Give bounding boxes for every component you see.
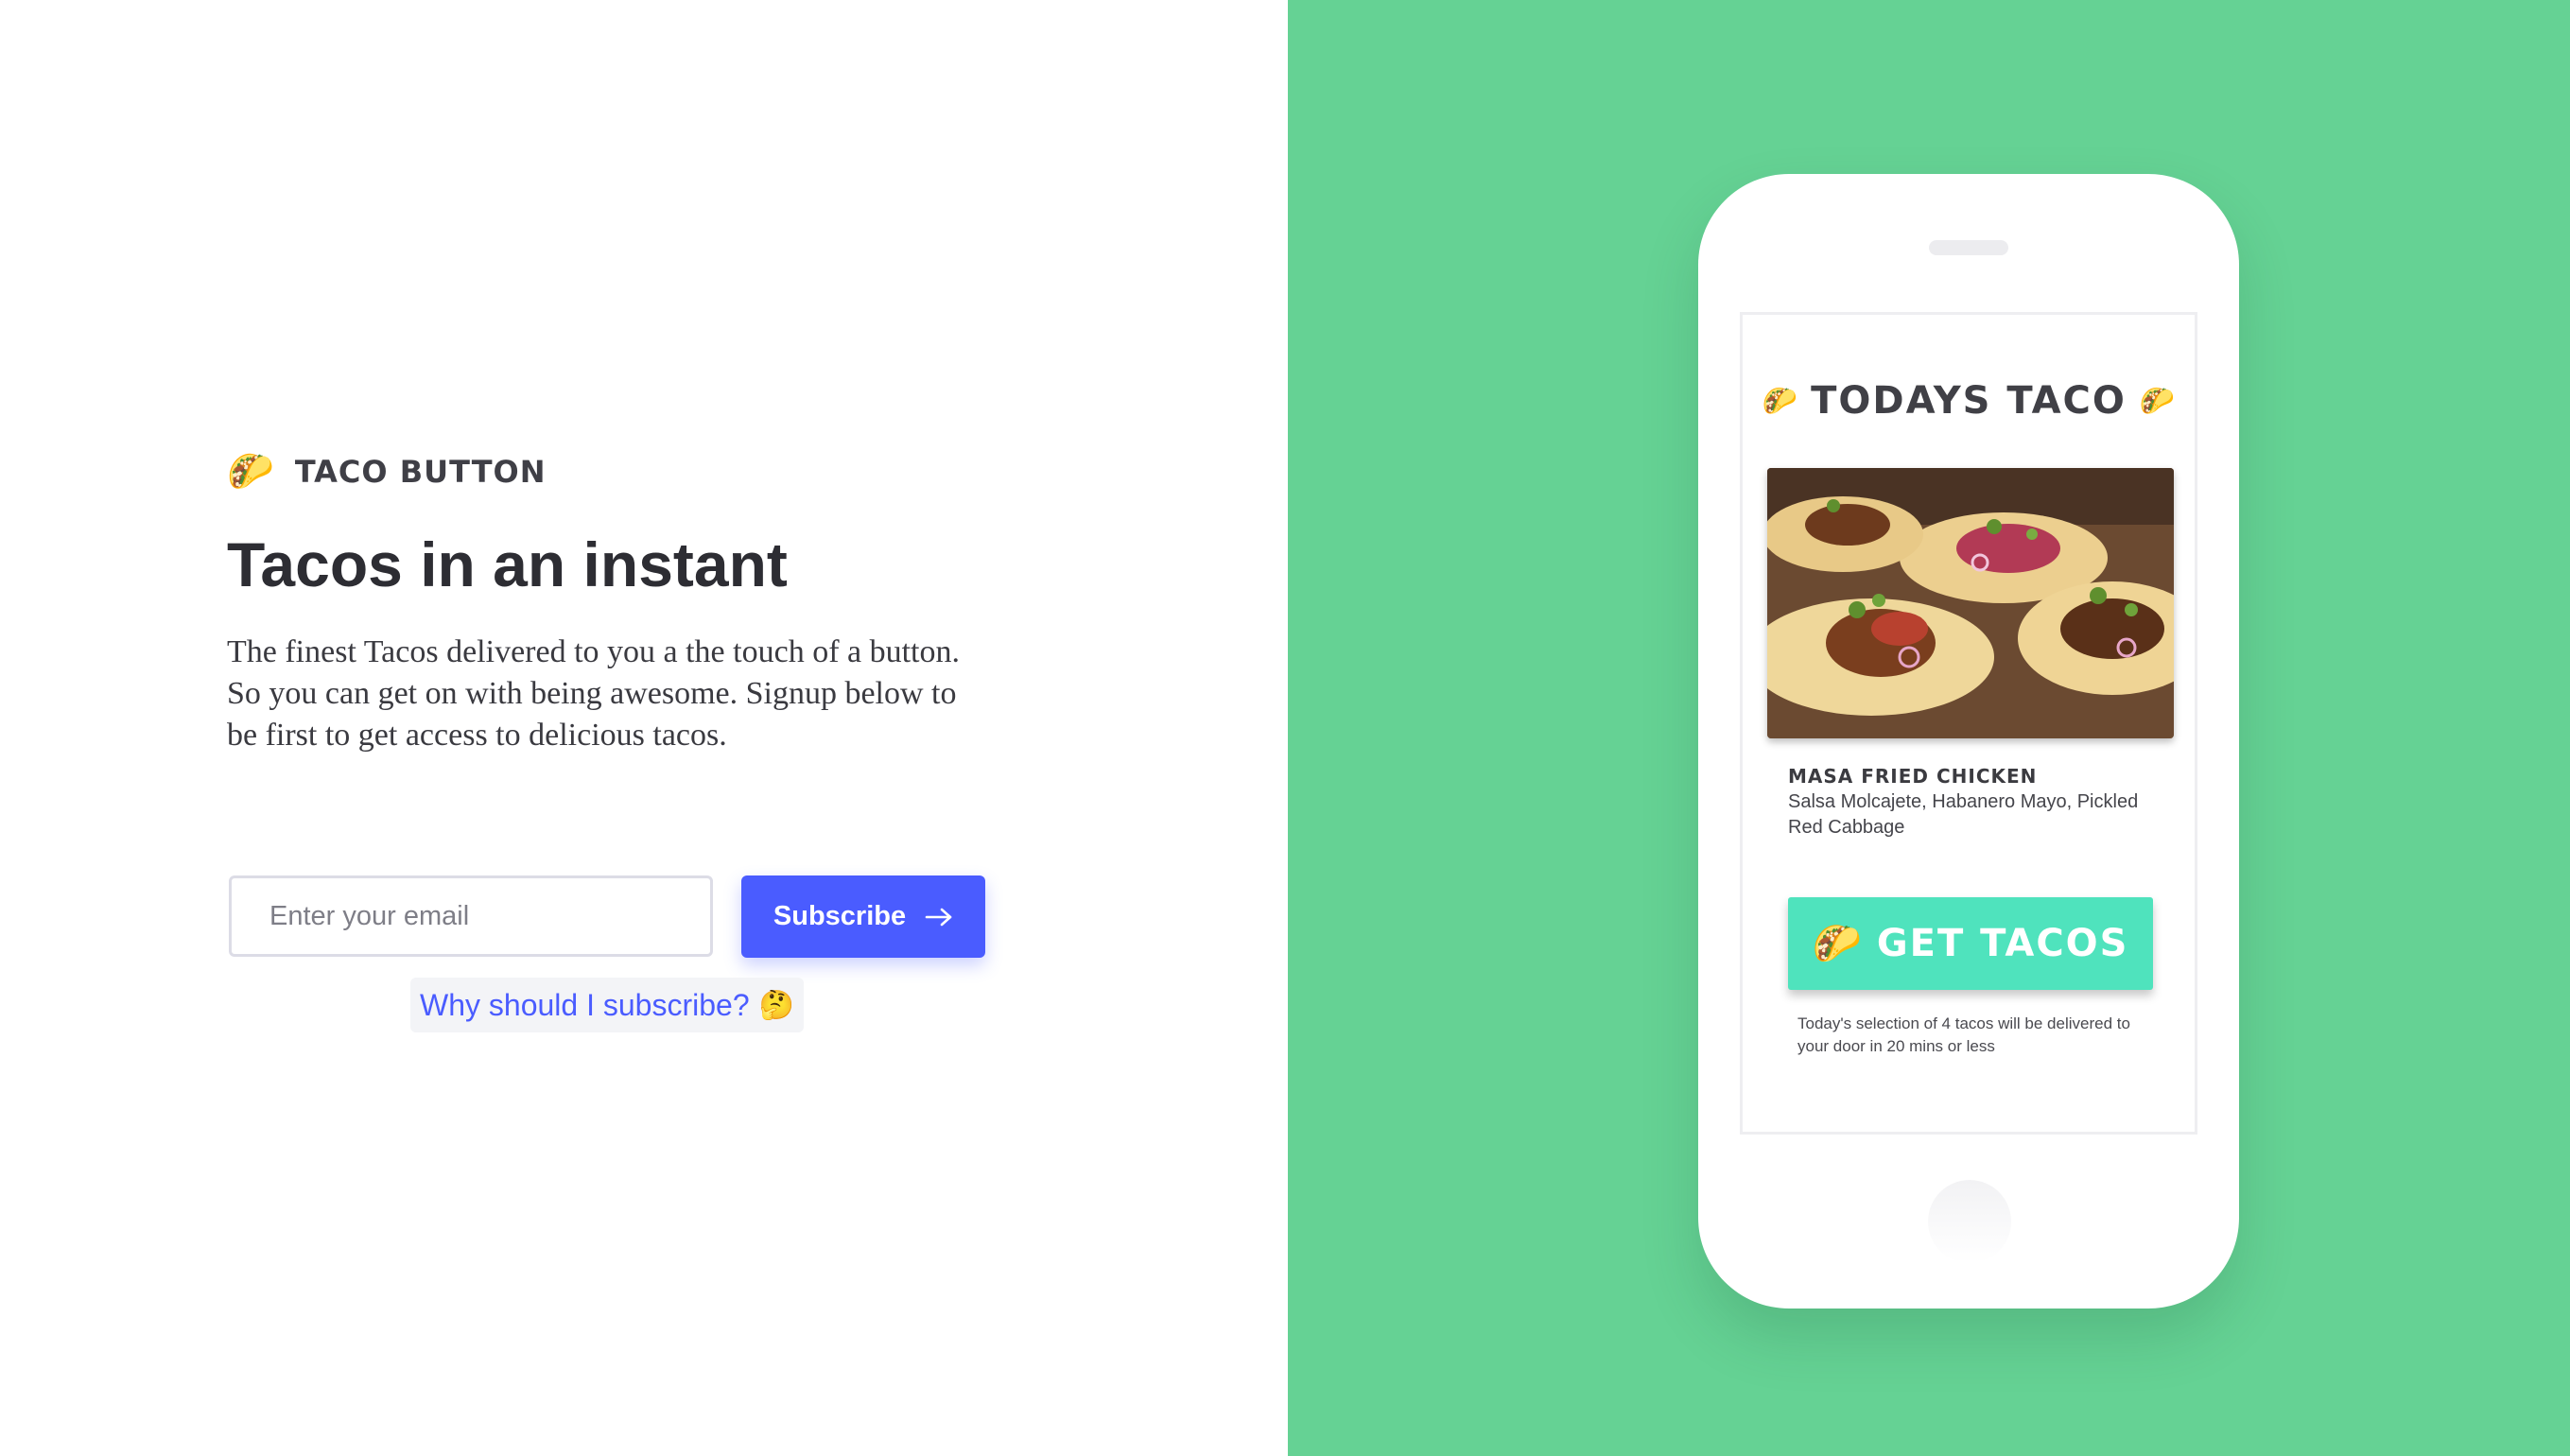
get-tacos-label: GET TACOS: [1876, 922, 2129, 965]
delivery-note: Today's selection of 4 tacos will be del…: [1797, 1014, 2130, 1055]
subscribe-button[interactable]: Subscribe: [741, 875, 985, 958]
signup-panel: 🌮 TACO BUTTON Tacos in an instant The fi…: [0, 0, 1288, 1456]
app-title: 🌮 TODAYS TACO 🌮: [1743, 377, 2195, 425]
subscribe-label: Subscribe: [773, 901, 907, 931]
dish-description: Salsa Molcajete, Habanero Mayo, Pickled …: [1788, 791, 2139, 838]
arrow-right-icon: [925, 908, 952, 926]
phone-home-button: [1928, 1180, 2011, 1263]
brand-name: TACO BUTTON: [294, 454, 547, 490]
app-title-text: TODAYS TACO: [1811, 379, 2127, 423]
taco-photo-illustration: [1767, 468, 2174, 738]
email-field[interactable]: [229, 875, 713, 957]
phone-screen: 🌮 TODAYS TACO 🌮 MASA FRIED CHICKEN Salsa…: [1740, 312, 2197, 1135]
why-subscribe-link[interactable]: Why should I subscribe? 🤔: [410, 978, 804, 1032]
why-subscribe-label: Why should I subscribe?: [420, 987, 750, 1022]
intro-text: The finest Tacos delivered to you a the …: [227, 634, 960, 753]
brand-logo: 🌮 TACO BUTTON: [227, 450, 547, 494]
taco-icon: 🌮: [2139, 385, 2176, 417]
dish-name: MASA FRIED CHICKEN: [1788, 765, 2038, 788]
taco-icon: 🌮: [1762, 385, 1798, 417]
get-tacos-button[interactable]: 🌮 GET TACOS: [1788, 897, 2153, 990]
phone-mockup: 🌮 TODAYS TACO 🌮 MASA FRIED CHICKEN Salsa…: [1698, 174, 2239, 1309]
thinking-face-icon: 🤔: [758, 989, 794, 1021]
phone-speaker: [1929, 240, 2008, 255]
taco-photo: [1767, 468, 2174, 738]
page-title: Tacos in an instant: [227, 529, 788, 599]
taco-icon: 🌮: [1812, 920, 1862, 965]
phone-preview-panel: 🌮 TODAYS TACO 🌮 MASA FRIED CHICKEN Salsa…: [1288, 0, 2570, 1456]
taco-icon: 🌮: [227, 451, 274, 493]
